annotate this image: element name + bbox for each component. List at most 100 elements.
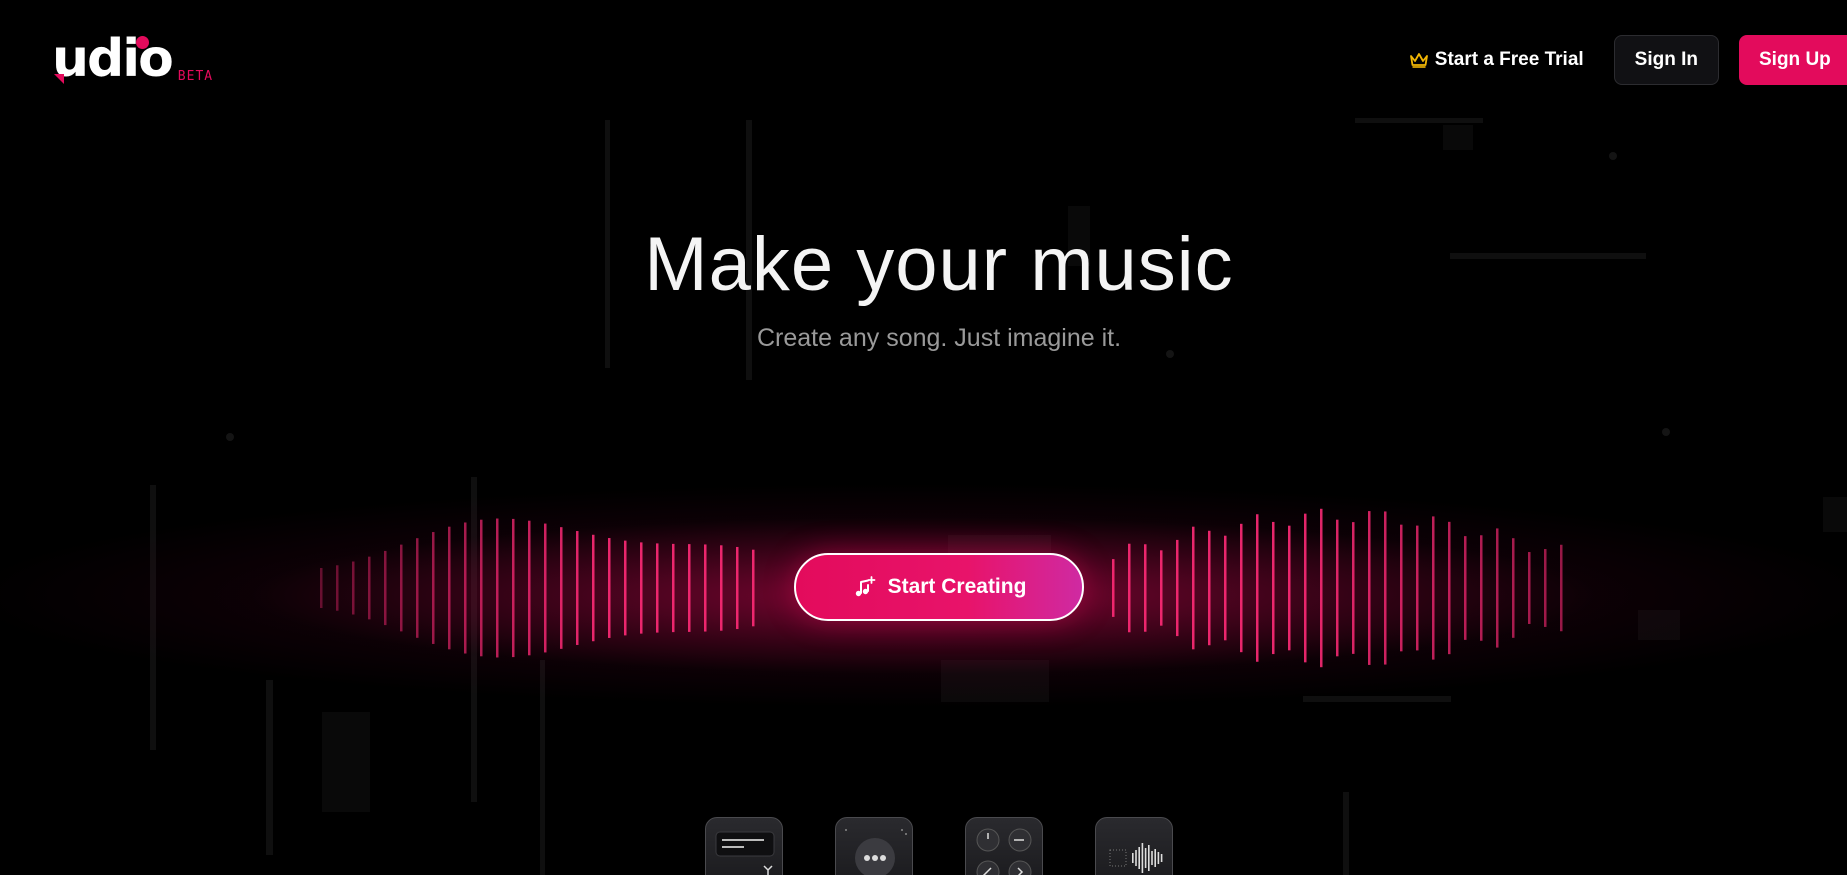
- waveform-bar: [1432, 516, 1435, 660]
- waveform-bar: [1464, 536, 1467, 640]
- waveform-bar: [1496, 528, 1499, 648]
- background-line: [266, 680, 273, 855]
- waveform-bar: [480, 519, 483, 657]
- waveform-bar: [640, 542, 643, 634]
- feature-tile[interactable]: [965, 817, 1043, 875]
- sign-up-label: Sign Up: [1759, 49, 1831, 70]
- waveform-icon-bar: [1154, 849, 1156, 867]
- waveform-bar: [1384, 511, 1387, 665]
- background-dot: [1662, 428, 1670, 436]
- waveform-icon-bar: [1151, 851, 1153, 865]
- waveform-bar: [1528, 552, 1531, 624]
- waveform-bar: [1208, 530, 1211, 646]
- waveform-icon-bar: [1132, 853, 1134, 863]
- crown-icon: [1409, 53, 1428, 68]
- page: udio BETA Start a Free Trial Sign In Sig…: [0, 0, 1847, 875]
- waveform-bar: [704, 544, 707, 632]
- waveform-icon-bar: [1160, 854, 1163, 862]
- waveform-bar: [1368, 511, 1371, 665]
- waveform-bar: [720, 545, 723, 631]
- background-block: [322, 712, 370, 812]
- waveform-bar: [528, 520, 531, 656]
- waveform-bar: [400, 544, 403, 632]
- waveform-bar: [1560, 544, 1563, 632]
- waveform-bar: [320, 567, 323, 609]
- background-line: [1343, 792, 1349, 875]
- waveform-bar: [336, 565, 339, 611]
- waveform-icon-bar: [1148, 845, 1150, 871]
- waveform-icon: [1109, 843, 1163, 873]
- background-dot: [1609, 152, 1617, 160]
- waveform-bar: [688, 544, 691, 632]
- text-prompt-icon: [715, 831, 775, 875]
- waveform-bar: [1512, 538, 1515, 638]
- free-trial-link[interactable]: Start a Free Trial: [1409, 49, 1584, 71]
- sign-in-button[interactable]: Sign In: [1613, 35, 1719, 85]
- waveform-bar: [1544, 549, 1547, 627]
- waveform-bar: [1288, 525, 1291, 651]
- waveform-bar: [1320, 508, 1323, 668]
- waveform-icon-bar: [1144, 848, 1147, 868]
- waveform-bar: [752, 549, 755, 627]
- start-creating-button[interactable]: Start Creating: [794, 553, 1084, 621]
- waveform-bar: [416, 538, 419, 638]
- hero-title: Make your music: [644, 222, 1234, 307]
- waveform-bar: [608, 538, 611, 638]
- waveform-bar: [448, 526, 451, 650]
- waveform-icon-bar: [1141, 843, 1144, 873]
- background-block: [1443, 125, 1473, 150]
- waveform-bar: [624, 540, 627, 636]
- logo-accent: [54, 74, 64, 84]
- waveform-bar: [1400, 524, 1403, 652]
- waveform-bar: [464, 522, 467, 654]
- header-actions: Start a Free Trial Sign In Sign Up: [1409, 35, 1847, 85]
- waveform-bar: [1144, 544, 1147, 632]
- logo-text: udio: [52, 29, 174, 89]
- waveform-bar: [352, 561, 355, 615]
- waveform-bar: [1352, 522, 1355, 654]
- waveform-bar: [656, 543, 659, 633]
- background-line: [540, 660, 545, 875]
- waveform-bar: [1176, 539, 1179, 637]
- logo-wordmark: udio: [52, 28, 174, 90]
- feature-tiles: [705, 817, 1225, 875]
- sign-in-label: Sign In: [1634, 49, 1698, 70]
- waveform-bar: [1192, 526, 1195, 650]
- waveform-bar: [576, 531, 579, 645]
- waveform-bar: [1240, 523, 1243, 653]
- music-note-plus-icon: [855, 576, 875, 597]
- waveform-bar: [1336, 519, 1339, 657]
- waveform-bar: [592, 534, 595, 642]
- waveform-bar: [432, 532, 435, 644]
- waveform-bar: [1160, 550, 1163, 626]
- waveform-bar: [368, 556, 371, 620]
- background-block: [1638, 610, 1680, 640]
- waveform-bar: [1128, 543, 1131, 633]
- feature-tile[interactable]: [1095, 817, 1173, 875]
- waveform-bar: [544, 523, 547, 653]
- feature-tile[interactable]: [835, 817, 913, 875]
- background-dot: [226, 433, 234, 441]
- waveform-bar: [1112, 559, 1115, 617]
- background-line: [150, 485, 156, 750]
- waveform-bar: [560, 527, 563, 649]
- waveform-icon-bar: [1138, 847, 1140, 869]
- waveform-bar: [1304, 513, 1307, 663]
- background-line: [471, 477, 477, 802]
- sign-up-button[interactable]: Sign Up: [1739, 35, 1847, 85]
- waveform-icon-bar: [1157, 852, 1160, 864]
- more-options-icon: [845, 829, 907, 875]
- waveform-bar: [496, 518, 499, 658]
- logo-dot: [136, 36, 149, 49]
- waveform-bar: [384, 550, 387, 626]
- waveform-icon-bar: [1135, 850, 1137, 866]
- feature-tile[interactable]: [705, 817, 783, 875]
- knobs-icon: [976, 828, 1032, 875]
- background-block: [1823, 497, 1847, 532]
- start-creating-label: Start Creating: [887, 575, 1027, 598]
- waveform-bar: [1416, 525, 1419, 651]
- waveform-bar: [1272, 521, 1275, 655]
- brand-logo[interactable]: udio BETA: [52, 28, 213, 90]
- header: udio BETA Start a Free Trial Sign In Sig…: [0, 0, 1847, 120]
- free-trial-label: Start a Free Trial: [1434, 49, 1584, 70]
